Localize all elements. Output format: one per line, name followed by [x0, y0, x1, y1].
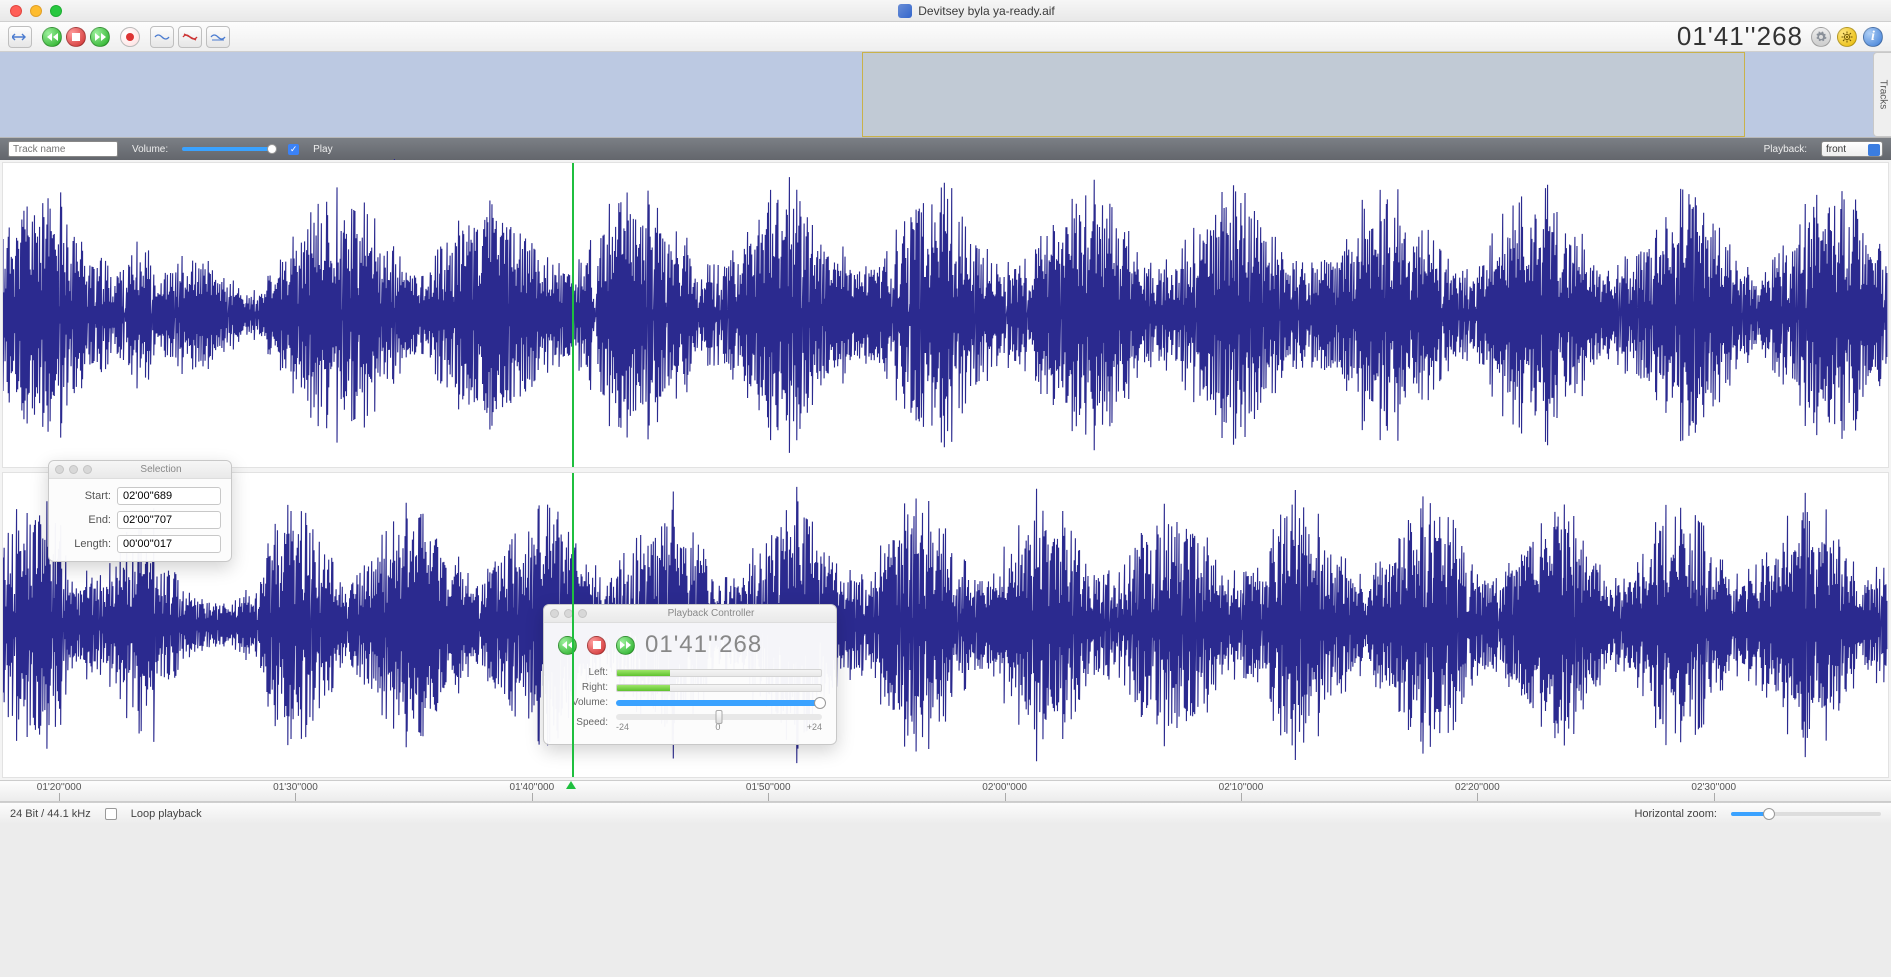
ruler-tick-label: 02'30''000	[1691, 782, 1736, 793]
stop-button[interactable]	[66, 27, 86, 47]
ruler-tick-label: 02'10''000	[1219, 782, 1264, 793]
ruler-tick-label: 01'50''000	[746, 782, 791, 793]
ruler-tick-label: 01'30''000	[273, 782, 318, 793]
panel-zoom-icon[interactable]	[83, 465, 92, 474]
tracks-tab[interactable]: Tracks	[1873, 52, 1891, 137]
selection-length-input[interactable]	[117, 535, 221, 553]
overview-selection[interactable]	[862, 52, 1745, 137]
tool-button-2[interactable]	[178, 26, 202, 48]
waveform-right-channel[interactable]	[2, 472, 1889, 778]
horizontal-zoom-slider[interactable]	[1731, 812, 1881, 816]
pc-volume-slider[interactable]	[616, 700, 822, 706]
ruler-tick-label: 01'40''000	[510, 782, 555, 793]
pc-stop-button[interactable]	[587, 636, 606, 655]
loop-selection-button[interactable]	[8, 26, 32, 48]
pc-speed-label: Speed:	[558, 717, 608, 728]
rewind-button[interactable]	[42, 27, 62, 47]
panel-close-icon[interactable]	[550, 609, 559, 618]
panel-min-icon[interactable]	[69, 465, 78, 474]
main-waveform-area	[0, 160, 1891, 780]
ruler-tick-label: 02'00''000	[982, 782, 1027, 793]
time-ruler[interactable]: 01'20''000 01'30''000 01'40''000 01'50''000…	[0, 780, 1891, 802]
selection-end-label: End:	[59, 514, 111, 526]
pc-rewind-button[interactable]	[558, 636, 577, 655]
settings-button[interactable]	[1811, 27, 1831, 47]
loop-playback-checkbox[interactable]	[105, 808, 117, 820]
overview-waveform[interactable]	[0, 52, 1891, 138]
close-window-button[interactable]	[10, 5, 22, 17]
pc-forward-button[interactable]	[616, 636, 635, 655]
pc-volume-label: Volume:	[558, 697, 608, 708]
selection-start-label: Start:	[59, 490, 111, 502]
loop-playback-label: Loop playback	[131, 808, 202, 820]
horizontal-zoom-label: Horizontal zoom:	[1634, 808, 1717, 820]
audio-format: 24 Bit / 44.1 kHz	[10, 808, 91, 820]
minimize-window-button[interactable]	[30, 5, 42, 17]
selection-start-input[interactable]	[117, 487, 221, 505]
selection-length-label: Length:	[59, 538, 111, 550]
window-title: Devitsey byla ya-ready.aif	[918, 4, 1055, 18]
playback-panel-titlebar[interactable]: Playback Controller	[544, 605, 836, 623]
ruler-tick-label: 01'20''000	[37, 782, 82, 793]
panel-zoom-icon[interactable]	[578, 609, 587, 618]
playback-controller-panel[interactable]: Playback Controller 01'41''268 Left: Rig…	[543, 604, 837, 745]
pc-speed-slider[interactable]	[616, 714, 822, 720]
tool-button-3[interactable]	[206, 26, 230, 48]
selection-end-input[interactable]	[117, 511, 221, 529]
playhead-marker[interactable]	[566, 781, 576, 789]
info-button[interactable]: i	[1863, 27, 1883, 47]
burn-button[interactable]	[1837, 27, 1857, 47]
main-timecode: 01'41''268	[1677, 21, 1811, 52]
record-button[interactable]	[120, 27, 140, 47]
track-volume-slider[interactable]	[182, 147, 274, 151]
forward-button[interactable]	[90, 27, 110, 47]
waveform-left-channel[interactable]	[2, 162, 1889, 468]
selection-panel-titlebar[interactable]: Selection	[49, 461, 231, 479]
document-icon	[898, 4, 912, 18]
panel-close-icon[interactable]	[55, 465, 64, 474]
zoom-window-button[interactable]	[50, 5, 62, 17]
status-bar: 24 Bit / 44.1 kHz Loop playback Horizont…	[0, 802, 1891, 824]
ruler-tick-label: 02'20''000	[1455, 782, 1500, 793]
pc-left-meter	[616, 669, 822, 677]
pc-right-meter	[616, 684, 822, 692]
pc-left-label: Left:	[558, 667, 608, 678]
playback-select[interactable]: front	[1821, 141, 1883, 157]
main-toolbar: 01'41''268 i	[0, 22, 1891, 52]
pc-right-label: Right:	[558, 682, 608, 693]
pc-timecode: 01'41''268	[645, 631, 762, 659]
tool-button-1[interactable]	[150, 26, 174, 48]
selection-panel[interactable]: Selection Start: End: Length:	[48, 460, 232, 562]
window-titlebar: Devitsey byla ya-ready.aif	[0, 0, 1891, 22]
